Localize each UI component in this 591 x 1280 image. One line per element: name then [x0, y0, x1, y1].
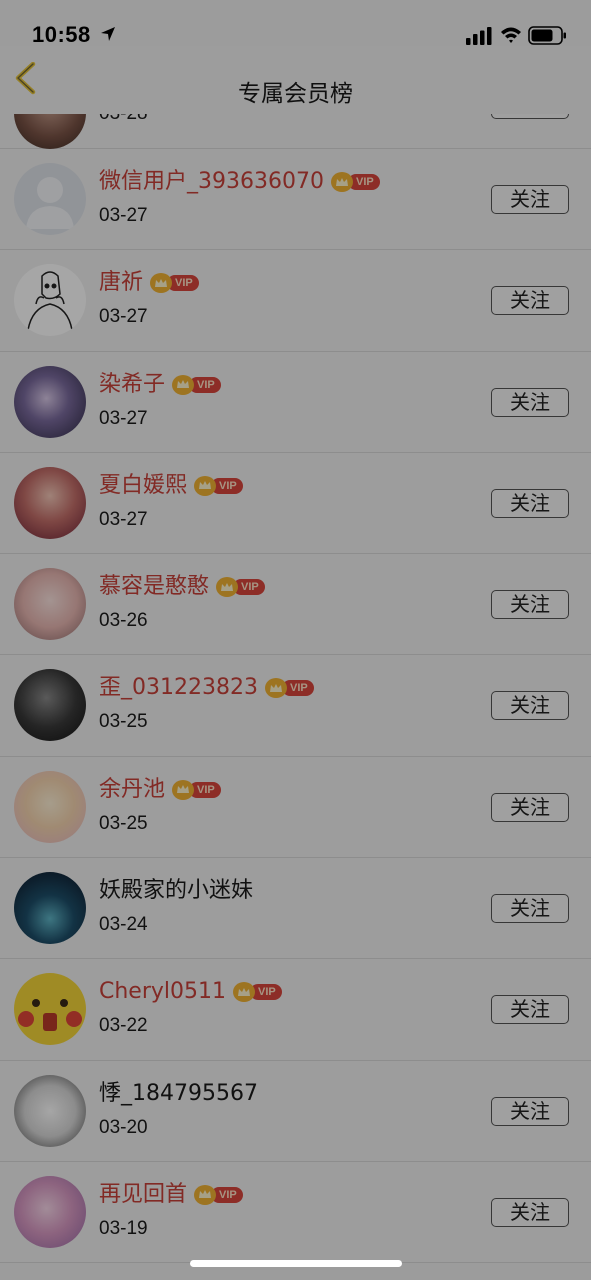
- crown-icon: [194, 475, 217, 496]
- member-name: 夏白媛熙: [99, 472, 188, 498]
- crown-icon: [233, 982, 256, 1003]
- home-indicator[interactable]: [190, 1260, 402, 1267]
- list-item[interactable]: 歪_031223823 VIP 03-25 关注: [0, 655, 591, 757]
- battery-icon: [528, 26, 566, 45]
- member-date: 03-25: [99, 812, 148, 834]
- list-item[interactable]: 唐祈 VIP 03-27 关注: [0, 250, 591, 352]
- line-drawing-figure-icon: [27, 271, 73, 331]
- vip-badge: VIP: [194, 475, 243, 496]
- vip-badge: VIP: [172, 374, 221, 395]
- name-line: 唐祈 VIP: [99, 267, 199, 299]
- vip-badge: VIP: [330, 172, 380, 192]
- avatar: [14, 365, 86, 438]
- cellular-signal-icon: [466, 27, 492, 45]
- member-date: 03-20: [99, 1116, 148, 1138]
- member-name: 再见回首: [99, 1181, 188, 1207]
- follow-button[interactable]: 关注: [491, 488, 569, 518]
- member-date: 03-27: [99, 205, 148, 226]
- follow-button[interactable]: 关注: [491, 590, 569, 620]
- follow-button[interactable]: 关注: [491, 286, 569, 316]
- avatar: [14, 466, 86, 539]
- name-line: 悸_184795567: [99, 1078, 258, 1110]
- name-line: 再见回首 VIP: [99, 1179, 243, 1211]
- member-date: 03-27: [99, 508, 148, 530]
- follow-button[interactable]: 关注: [491, 691, 569, 721]
- follow-button[interactable]: 关注: [491, 1197, 569, 1227]
- member-name: Cheryl0511: [99, 979, 227, 1005]
- vip-badge: VIP: [194, 1184, 243, 1205]
- avatar: [14, 973, 86, 1046]
- member-date: 03-19: [99, 1217, 148, 1239]
- member-name: 慕容是憨憨: [99, 574, 210, 600]
- member-date: 03-22: [99, 1015, 148, 1037]
- list-item[interactable]: 染希子 VIP 03-27 关注: [0, 351, 591, 453]
- list-item[interactable]: 微信用户_393636070 VIP 03-27 关注: [0, 149, 591, 251]
- member-date: 03-27: [99, 306, 148, 328]
- member-name: 唐祈: [99, 270, 144, 296]
- name-line: 妖殿家的小迷妹: [99, 875, 253, 907]
- list-item[interactable]: Cheryl0511 VIP 03-22 关注: [0, 959, 591, 1061]
- follow-button[interactable]: 关注: [491, 387, 569, 417]
- member-name: 歪_031223823: [99, 675, 258, 701]
- page-title: 专属会员榜: [238, 81, 353, 107]
- member-name: 余丹池: [99, 776, 166, 802]
- pikachu-face-icon: [18, 999, 82, 1032]
- crown-icon: [264, 678, 287, 699]
- follow-button[interactable]: 关注: [491, 894, 569, 924]
- name-line: 歪_031223823 VIP: [99, 672, 314, 704]
- avatar: [14, 264, 86, 337]
- name-line: 染希子 VIP: [99, 369, 221, 401]
- status-bar: 10:58: [0, 0, 591, 62]
- name-line: 慕容是憨憨 VIP: [99, 571, 265, 603]
- name-line: Cheryl0511 VIP: [99, 976, 282, 1008]
- name-line: 余丹池 VIP: [99, 774, 221, 806]
- follow-button[interactable]: 关注: [491, 995, 569, 1025]
- vip-badge: VIP: [172, 779, 221, 800]
- follow-button[interactable]: 关注: [491, 185, 569, 214]
- list-item[interactable]: 慕容是憨憨 VIP 03-26 关注: [0, 554, 591, 656]
- follow-button[interactable]: 关注: [491, 792, 569, 822]
- list-item[interactable]: 夏白媛熙 VIP 03-27 关注: [0, 452, 591, 555]
- crown-icon: [150, 273, 173, 294]
- default-user-icon: [26, 177, 74, 229]
- avatar: [14, 1074, 86, 1147]
- name-line: 微信用户_393636070 VIP: [99, 166, 380, 198]
- member-date: 03-24: [99, 914, 148, 936]
- avatar: [14, 163, 86, 235]
- avatar: [14, 1175, 86, 1248]
- member-date: 03-26: [99, 610, 148, 632]
- crown-icon: [172, 374, 195, 395]
- member-list: 03-28 关注 微信用户_393636070 VIP 03-27 关注: [0, 46, 591, 1264]
- member-date: 03-25: [99, 711, 148, 733]
- vip-badge: VIP: [264, 678, 314, 699]
- vip-badge: VIP: [233, 982, 282, 1003]
- vip-badge: VIP: [150, 273, 199, 294]
- follow-button[interactable]: 关注: [491, 1096, 569, 1126]
- status-time: 10:58: [32, 22, 91, 47]
- avatar: [14, 669, 86, 742]
- list-item[interactable]: 余丹池 VIP 03-25 关注: [0, 756, 591, 859]
- location-arrow-icon: [101, 27, 115, 41]
- list-item[interactable]: 妖殿家的小迷妹 03-24 关注: [0, 858, 591, 960]
- wifi-icon: [501, 27, 521, 43]
- list-item[interactable]: 再见回首 VIP 03-19 关注: [0, 1161, 591, 1264]
- crown-icon: [330, 172, 353, 192]
- avatar: [14, 872, 86, 945]
- member-name: 悸_184795567: [99, 1080, 258, 1106]
- screen: 10:58 专属会员榜 微信用户_393636070 VIP 03-27 关注 …: [0, 0, 591, 1280]
- avatar: [14, 568, 86, 641]
- vip-badge: VIP: [216, 577, 265, 598]
- crown-icon: [216, 577, 239, 598]
- list-item[interactable]: 悸_184795567 03-20 关注: [0, 1060, 591, 1162]
- crown-icon: [172, 779, 195, 800]
- member-name: 妖殿家的小迷妹: [99, 878, 254, 904]
- member-name: 染希子: [99, 371, 166, 397]
- avatar: [14, 770, 86, 843]
- crown-icon: [194, 1184, 217, 1205]
- nav-bar: 专属会员榜: [0, 61, 591, 114]
- member-name: 微信用户_393636070: [99, 169, 324, 194]
- member-date: 03-27: [99, 407, 148, 429]
- name-line: 夏白媛熙 VIP: [99, 470, 243, 502]
